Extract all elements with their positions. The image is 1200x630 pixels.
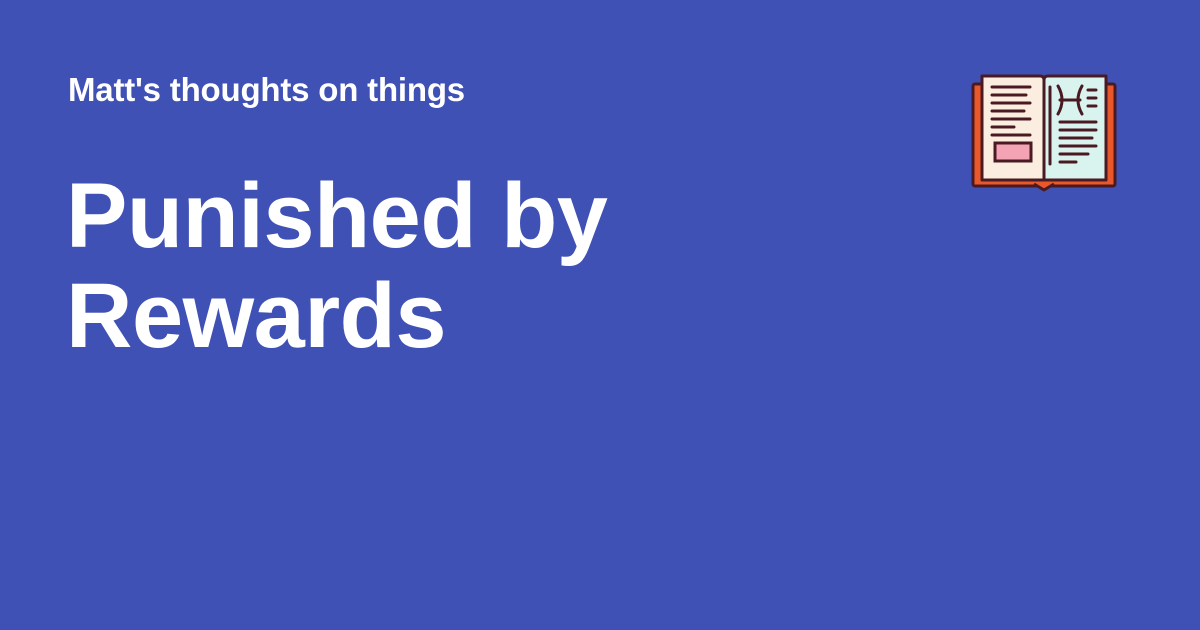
post-title-line-1: Punished by: [66, 165, 608, 267]
open-book-icon: [971, 74, 1117, 192]
social-card: Matt's thoughts on things Punished by Re…: [0, 0, 1200, 630]
post-title-line-2: Rewards: [66, 265, 447, 367]
post-title: Punished by Rewards: [66, 166, 826, 366]
site-name: Matt's thoughts on things: [68, 71, 465, 108]
